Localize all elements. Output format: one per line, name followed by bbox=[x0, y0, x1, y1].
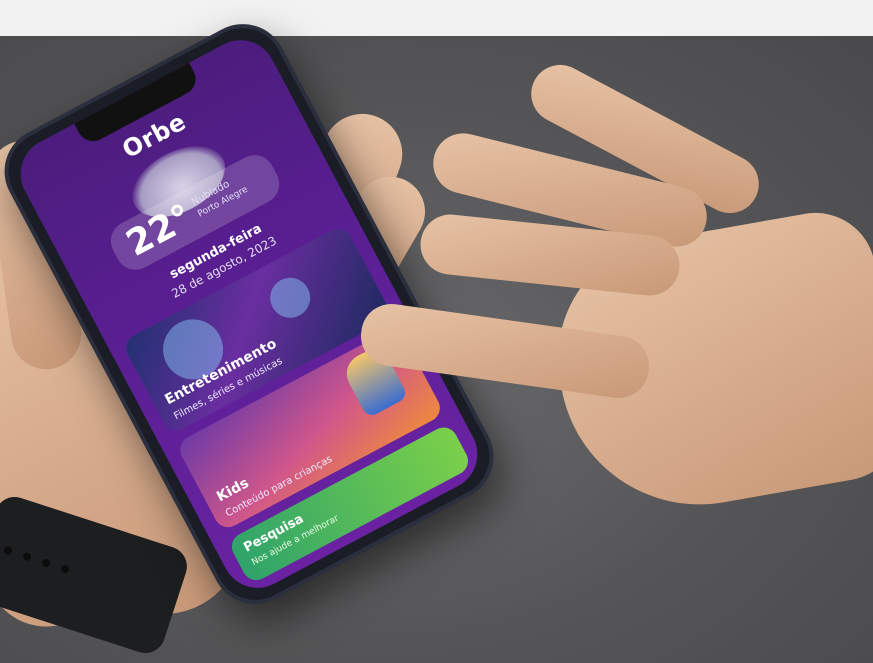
watch-band-hole bbox=[22, 551, 33, 562]
watch-band-hole bbox=[41, 557, 52, 568]
card-artwork bbox=[263, 270, 318, 325]
watch-band-hole bbox=[2, 545, 14, 556]
temperature-value: 22° bbox=[119, 196, 200, 265]
watch-band-hole bbox=[60, 564, 71, 575]
top-strip bbox=[0, 0, 873, 36]
